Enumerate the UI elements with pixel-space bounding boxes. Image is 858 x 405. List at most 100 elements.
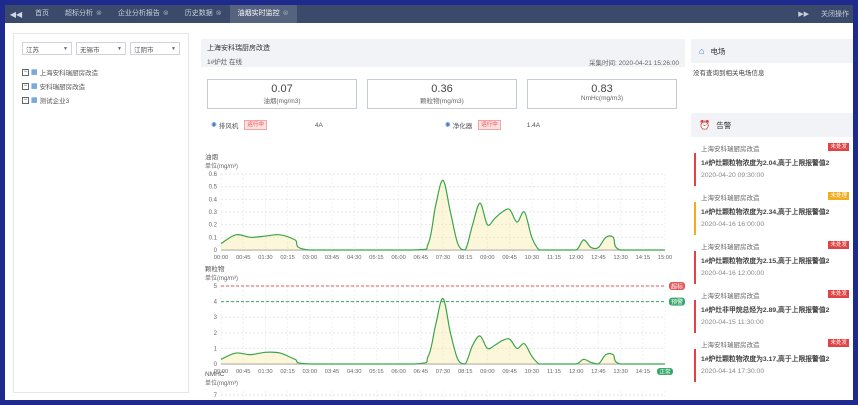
city-select[interactable]: 无锡市 ▼ <box>76 42 126 55</box>
chart-unit: 单位(mg/m³) <box>205 164 238 170</box>
x-tick-label: 09:45 <box>502 255 517 261</box>
tab-label: 企业分析报告 <box>117 10 160 17</box>
power-header: ⌂ 电场 <box>691 39 853 63</box>
tab-history[interactable]: 历史数据 ⊗ <box>177 5 230 23</box>
equipment-row: ✺ 排风机 运行中 4A ✺ 净化器 运行中 1.4A <box>211 119 681 131</box>
metric-label: NmHc(mg/m3) <box>580 95 624 102</box>
collect-time: 采集时间: 2020-04-21 15:26:00 <box>589 60 679 67</box>
collapse-icon[interactable]: − <box>22 68 29 76</box>
x-tick-label: 03:45 <box>325 255 340 261</box>
x-tick-label: 08:15 <box>458 255 473 261</box>
y-tick-label: 0.5 <box>209 185 218 191</box>
tree-item[interactable]: − ▦ 测试企业3 <box>22 93 188 107</box>
alarm-message: 1#炉灶非甲烷总烃为2.89,高于上限报警值2 <box>701 307 830 314</box>
select-value: 江苏 <box>26 46 39 54</box>
x-tick-label: 12:45 <box>591 255 606 261</box>
y-tick-label: 0.2 <box>209 223 218 229</box>
status-badge: 运行中 <box>478 120 501 130</box>
tab-home[interactable]: 首页 <box>27 5 57 23</box>
power-card: ⌂ 电场 没有查询到相关电场信息 <box>691 39 853 99</box>
alarm-title: 告警 <box>716 120 732 130</box>
tab-label: 历史数据 <box>184 10 213 17</box>
tree-item[interactable]: − ▦ 安科瑞厨房改造 <box>22 79 188 93</box>
x-tick-label: 04:30 <box>347 255 362 261</box>
chart-title: 油烟 <box>205 154 218 161</box>
chart-unit: 单位(mg/m³) <box>205 276 238 282</box>
tab-label: 首页 <box>35 10 49 17</box>
chart-unit: 单位(mg/m³) <box>205 381 238 387</box>
collapse-icon[interactable]: − <box>22 82 29 90</box>
chart-nmhc-svg: 7 <box>214 391 666 400</box>
x-tick-label: 00:00 <box>214 255 229 261</box>
select-value: 江阴市 <box>134 46 154 54</box>
chart-oil-fume-svg: 0 0.1 0.2 0.3 0.4 0.5 0.6 00:00 00:45 01:30 02:15 0… <box>209 172 673 261</box>
y-tick-label: 2 <box>214 331 218 337</box>
province-select[interactable]: 江苏 ▼ <box>22 42 72 55</box>
device-header: 上海安科瑞厨房改造 1#炉灶 在线 采集时间: 2020-04-21 15:26… <box>201 39 685 67</box>
x-tick-label: 00:45 <box>236 255 251 261</box>
alarm-time: 2020-04-14 17:30:00 <box>701 368 765 375</box>
tree-label: 上海安科瑞厨房改造 <box>39 70 99 77</box>
alarm-clock-icon: ⏰ <box>699 119 711 130</box>
collapse-icon[interactable]: − <box>22 96 29 104</box>
alarm-tag: 未处发 <box>828 339 849 347</box>
alarm-item[interactable]: 上海安科瑞厨房改造 未处发 1#炉灶颗粒物浓度为2.15,高于上限报警值2 2020-… <box>691 239 853 288</box>
tab-close-icon[interactable]: ⊗ <box>216 10 222 17</box>
tree-label: 安科瑞厨房改造 <box>39 84 86 91</box>
chart-particulate-svg: 01234500:00 00:45 01:30 02:15 03:00 03:45 04:3… <box>214 282 685 376</box>
district-select[interactable]: 江阴市 ▼ <box>130 42 180 55</box>
tree-item[interactable]: − ▦ 上海安科瑞厨房改造 <box>22 65 188 79</box>
tab-realtime-monitor[interactable]: 油烟实时监控 ⊗ <box>229 5 297 23</box>
equipment-name: 排风机 <box>218 123 239 130</box>
metric-particulate: 0.36 颗粒物(mg/m3) <box>367 79 517 109</box>
tab-next-icon[interactable]: ▶▶ <box>790 10 817 18</box>
alarm-item[interactable]: 上海安科瑞厨房改造 未处发 1#炉灶颗粒物浓度为3.17,高于上限报警值2 2020-… <box>691 337 853 386</box>
close-operations-button[interactable]: 关闭操作 <box>817 9 853 19</box>
y-tick-label: 0.4 <box>209 197 218 203</box>
x-tick-label: 13:30 <box>613 255 628 261</box>
tab-prev-icon[interactable]: ◀◀ <box>5 10 27 19</box>
alarm-message: 1#炉灶颗粒物浓度为2.15,高于上限报警值2 <box>701 258 830 265</box>
metric-label: 颗粒物(mg/m3) <box>420 98 464 105</box>
chart-title: 颗粒物 <box>205 266 225 273</box>
tab-close-icon[interactable]: ⊗ <box>96 10 102 17</box>
monitor-panel: 上海安科瑞厨房改造 1#炉灶 在线 采集时间: 2020-04-21 15:26… <box>199 33 687 400</box>
alarm-item[interactable]: 上海安科瑞厨房改造 未处发 1#炉灶颗粒物浓度为2.04,高于上限报警值2 2020-… <box>691 141 853 190</box>
equipment-name: 净化器 <box>452 123 473 130</box>
metrics-row: 0.07 油烟(mg/m3) 0.36 颗粒物(mg/m3) 0.83 NmHc(mg… <box>207 79 677 109</box>
alarm-bar <box>694 153 696 186</box>
metric-value: 0.36 <box>431 83 453 95</box>
y-tick-label: 0.1 <box>209 235 218 241</box>
alarm-bar <box>694 300 696 333</box>
equipment-current: 4A <box>314 121 323 129</box>
tab-exceed-analysis[interactable]: 超标分析 ⊗ <box>57 5 110 23</box>
alarm-tag: 未处发 <box>828 241 849 249</box>
tab-company-report[interactable]: 企业分析报告 ⊗ <box>110 5 177 23</box>
threshold-label: 超标 <box>671 283 683 291</box>
y-tick-label: 0.6 <box>209 172 218 178</box>
company-tree: − ▦ 上海安科瑞厨房改造 − ▦ 安科瑞厨房改造 − ▦ 测试企业3 <box>14 65 188 107</box>
metric-label: 油烟(mg/m3) <box>263 98 301 105</box>
alarm-bar <box>694 349 696 382</box>
alarm-time: 2020-04-20 09:30:00 <box>701 172 765 179</box>
y-tick-label: 1 <box>214 346 218 352</box>
chevron-down-icon: ▼ <box>63 45 68 52</box>
y-tick-label: 7 <box>214 393 218 399</box>
x-tick-label: 06:00 <box>391 255 406 261</box>
alarm-item[interactable]: 上海安科瑞厨房改造 未处发 1#炉灶非甲烷总烃为2.89,高于上限报警值2 2020-… <box>691 288 853 337</box>
alarm-tag: 未处发 <box>828 290 849 298</box>
x-tick-label: 01:30 <box>258 255 273 261</box>
tab-close-icon[interactable]: ⊗ <box>163 10 169 17</box>
alarm-list: 上海安科瑞厨房改造 未处发 1#炉灶颗粒物浓度为2.04,高于上限报警值2 2020-… <box>691 141 853 386</box>
company-title: 上海安科瑞厨房改造 <box>207 45 270 52</box>
y-tick-label: 5 <box>214 284 218 290</box>
threshold-label: 预警 <box>671 298 683 306</box>
tab-close-icon[interactable]: ⊗ <box>283 10 289 17</box>
building-icon: ▦ <box>31 97 38 104</box>
right-panel: ⌂ 电场 没有查询到相关电场信息 ⏰ 告警 上海安科瑞厨房改造 未处发 1#炉灶颗粒物浓… <box>691 33 853 400</box>
alarm-item[interactable]: 上海安科瑞厨房改造 未处理 1#炉灶颗粒物浓度为2.34,高于上限报警值2 2020-… <box>691 190 853 239</box>
alarm-time: 2020-04-16 16:00:00 <box>701 221 765 228</box>
alarm-header: ⏰ 告警 <box>691 113 853 137</box>
x-tick-label: 03:00 <box>303 255 318 261</box>
app-frame: ◀◀ 首页 超标分析 ⊗ 企业分析报告 ⊗ 历史数据 ⊗ 油烟实时监控 ⊗ ▶▶ 关闭操… <box>5 5 853 400</box>
